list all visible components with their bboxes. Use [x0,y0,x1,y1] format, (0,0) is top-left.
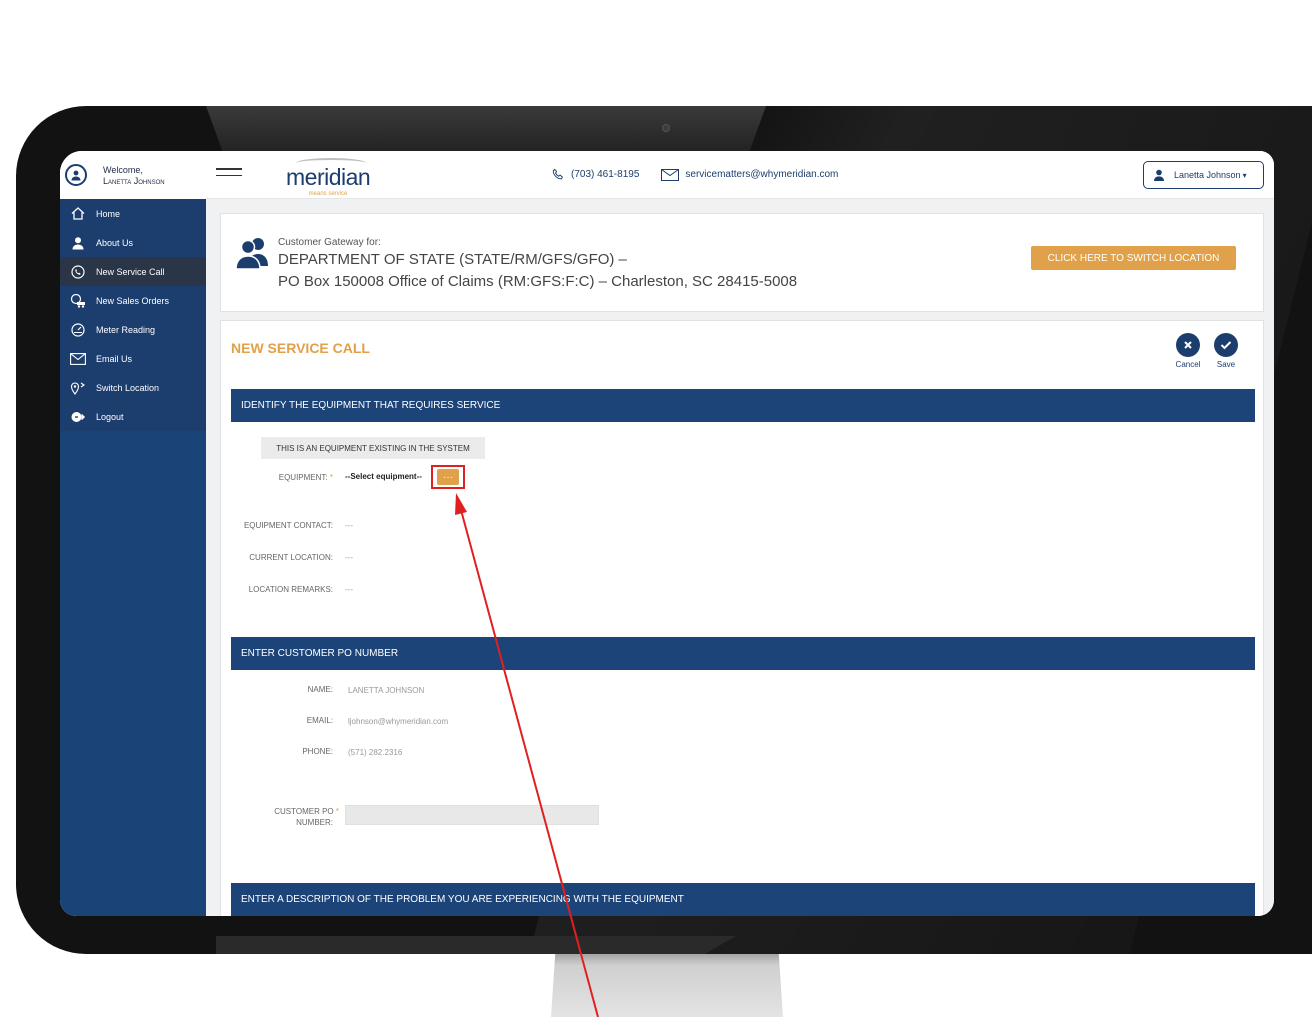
logo-word: meridian [286,164,371,190]
sidebar-item-email-us[interactable]: Email Us [60,344,206,373]
equipment-contact-label: EQUIPMENT CONTACT: [243,521,333,530]
monitor-stand [551,948,783,1017]
equipment-label: EQUIPMENT: * [278,473,333,482]
phone-label: PHONE: [302,747,333,756]
current-location-value: --- [345,553,353,562]
logout-icon [70,409,86,425]
welcome-text: Welcome, Lanetta Johnson [103,165,165,187]
welcome-block: Welcome, Lanetta Johnson [60,151,206,199]
sidebar-item-logout[interactable]: Logout [60,402,206,431]
camera-icon [662,124,670,132]
sidebar-item-label: Switch Location [96,382,160,393]
home-icon [70,206,86,222]
top-bar: Welcome, Lanetta Johnson meridian means … [60,151,1274,199]
switch-location-button[interactable]: CLICK HERE TO SWITCH LOCATION [1031,246,1236,270]
email-link[interactable]: servicematters@whymeridian.com [685,169,838,180]
location-remarks-label: LOCATION REMARKS: [248,585,333,594]
sidebar-item-switch-location[interactable]: Switch Location [60,373,206,402]
meridian-logo[interactable]: meridian means service [286,156,371,198]
equipment-select-value[interactable]: --Select equipment-- [345,472,422,481]
contact-info: (703) 461-8195 servicematters@whymeridia… [552,168,838,181]
sidebar-item-label: Meter Reading [96,324,156,335]
person-icon [70,235,86,251]
sidebar-item-home[interactable]: Home [60,199,206,228]
logo-tagline: means service [308,191,348,197]
name-value: LANETTA JOHNSON [348,686,425,695]
users-icon [235,238,268,270]
sidebar-item-label: Logout [96,411,124,422]
close-icon [1184,341,1192,349]
gauge-icon [70,322,86,338]
sidebar-nav: Home About Us New Service Call New Sales Or… [60,199,206,431]
sidebar-item-about-us[interactable]: About Us [60,228,206,257]
sidebar: Home About Us New Service Call New Sales Or… [60,199,206,916]
phone-icon [70,264,86,280]
welcome-greeting: Welcome, [103,165,143,175]
user-icon [1154,169,1164,181]
chevron-down-icon: ▾ [1242,170,1247,180]
email-value: ljohnson@whymeridian.com [348,717,449,726]
equipment-contact-value: --- [345,521,353,530]
cancel-button[interactable]: Cancel [1175,333,1201,369]
section-equipment-header: IDENTIFY THE EQUIPMENT THAT REQUIRES SER… [231,389,1255,422]
main-content: Customer Gateway for: DEPARTMENT OF STAT… [206,199,1274,916]
save-label: Save [1216,360,1236,369]
page-title: NEW SERVICE CALL [231,340,370,356]
phone-icon [552,168,563,180]
gateway-customer-name: DEPARTMENT OF STATE (STATE/RM/GFS/GFO) – [278,251,627,268]
sidebar-item-new-service-call[interactable]: New Service Call [60,257,206,286]
cancel-label: Cancel [1175,360,1201,369]
location-remarks-value: --- [345,585,353,594]
name-label: NAME: [307,685,333,694]
bezel-chin-glare [216,936,736,954]
sidebar-item-meter-reading[interactable]: Meter Reading [60,315,206,344]
welcome-user-name: Lanetta Johnson [103,176,165,186]
annotation-highlight-box [431,465,465,489]
envelope-icon [70,351,86,367]
email-label: EMAIL: [306,716,333,725]
user-menu-label: Lanetta Johnson [1174,170,1241,180]
gateway-customer-address: PO Box 150008 Office of Claims (RM:GFS:F… [278,273,798,290]
tab-existing-equipment[interactable]: THIS IS AN EQUIPMENT EXISTING IN THE SYS… [261,437,485,459]
phone-number[interactable]: (703) 461-8195 [571,169,639,180]
sidebar-item-label: About Us [96,237,134,248]
sidebar-item-label: New Sales Orders [96,295,170,306]
screen: Welcome, Lanetta Johnson meridian means … [60,151,1274,916]
customer-po-label: CUSTOMER PO * NUMBER: [274,807,339,827]
customer-gateway-card: Customer Gateway for: DEPARTMENT OF STAT… [220,213,1264,312]
customer-po-input[interactable] [345,805,599,825]
user-menu-button[interactable]: Lanetta Johnson ▾ [1143,161,1264,189]
location-icon [70,380,86,396]
new-service-call-panel: NEW SERVICE CALL Cancel Save IDENTIFY TH… [220,320,1264,916]
avatar-icon [65,164,87,186]
bezel-glare [206,106,766,152]
phone-value: (571) 282.2316 [348,748,403,757]
check-icon [1220,341,1232,350]
sidebar-item-label: New Service Call [96,266,165,277]
current-location-label: CURRENT LOCATION: [249,553,333,562]
section-description-header: ENTER A DESCRIPTION OF THE PROBLEM YOU A… [231,883,1255,916]
section-po-header: ENTER CUSTOMER PO NUMBER [231,637,1255,670]
sidebar-item-label: Home [96,208,121,219]
save-button[interactable]: Save [1213,333,1239,369]
envelope-icon [661,168,680,181]
sidebar-item-new-sales-orders[interactable]: New Sales Orders [60,286,206,315]
gateway-label: Customer Gateway for: [278,237,381,248]
sidebar-item-label: Email Us [96,353,133,364]
hamburger-menu-icon[interactable] [216,168,242,182]
truck-icon [70,293,86,309]
